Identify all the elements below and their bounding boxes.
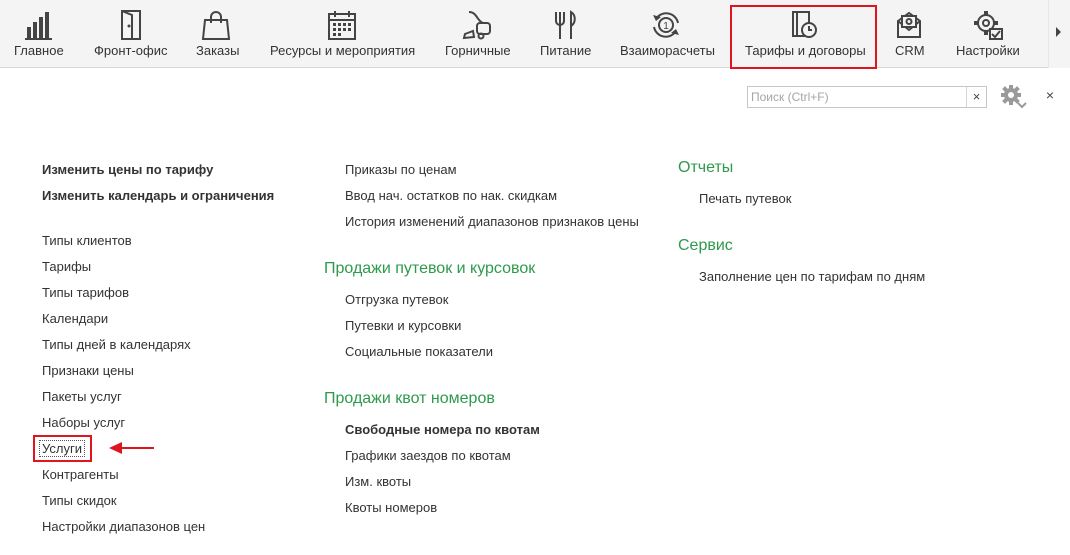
nav-item-settings[interactable]: Настройки xyxy=(944,0,1030,68)
menu-link-print-vouchers[interactable]: Печать путевок xyxy=(699,191,791,207)
nav-label: Главное xyxy=(14,43,64,58)
menu-link-voucher-shipment[interactable]: Отгрузка путевок xyxy=(345,292,448,308)
menu-link-room-quotas[interactable]: Квоты номеров xyxy=(345,500,437,516)
cycle-arrows-icon: 1 xyxy=(650,9,682,41)
sections-panel: Главное Фронт-офис Заказы Ресурсы и меро… xyxy=(0,0,1070,68)
menu-link-price-range-history[interactable]: История изменений диапазонов признаков ц… xyxy=(345,214,639,230)
nav-item-orders[interactable]: Заказы xyxy=(182,0,254,68)
menu-link-quota-change[interactable]: Изм. квоты xyxy=(345,474,411,490)
menu-link-tariff-types[interactable]: Типы тарифов xyxy=(42,285,129,301)
nav-label: CRM xyxy=(895,43,925,58)
menu-link-price-orders[interactable]: Приказы по ценам xyxy=(345,162,457,178)
group-title-reports: Отчеты xyxy=(678,159,734,176)
group-title-quota-sales: Продажи квот номеров xyxy=(324,390,495,407)
menu-link-fill-prices-by-day[interactable]: Заполнение цен по тарифам по дням xyxy=(699,269,925,285)
nav-item-resources[interactable]: Ресурсы и мероприятия xyxy=(256,0,430,68)
group-title-service: Сервис xyxy=(678,237,733,254)
vacuum-cleaner-icon xyxy=(461,9,493,41)
annotation-arrow xyxy=(109,442,154,454)
menu-link-discount-types[interactable]: Типы скидок xyxy=(42,493,117,509)
menu-link-price-attributes[interactable]: Признаки цены xyxy=(42,363,134,379)
svg-text:1: 1 xyxy=(663,21,669,32)
door-icon xyxy=(115,9,147,41)
menu-link-social-indicators[interactable]: Социальные показатели xyxy=(345,344,493,360)
nav-item-settlements[interactable]: 1 Взаиморасчеты xyxy=(606,0,730,68)
menu-link-calendar-day-types[interactable]: Типы дней в календарях xyxy=(42,337,191,353)
nav-item-crm[interactable]: CRM xyxy=(878,0,942,68)
nav-label: Фронт-офис xyxy=(94,43,168,58)
search-input[interactable] xyxy=(748,87,966,107)
nav-item-food[interactable]: Питание xyxy=(526,0,606,68)
calendar-icon xyxy=(326,9,358,41)
menu-link-initial-discount-balances[interactable]: Ввод нач. остатков по нак. скидкам xyxy=(345,188,557,204)
menu-link-free-rooms-by-quota[interactable]: Свободные номера по квотам xyxy=(345,422,540,438)
nav-scroll-right-button[interactable] xyxy=(1048,0,1070,68)
nav-label: Ресурсы и мероприятия xyxy=(270,43,416,58)
close-panel-button[interactable]: × xyxy=(1042,86,1058,104)
gear-check-icon xyxy=(972,9,1004,41)
search-clear-button[interactable]: × xyxy=(966,87,986,107)
panel-settings-gear-icon[interactable] xyxy=(999,84,1027,110)
change-tariff-prices-link[interactable]: Изменить цены по тарифу xyxy=(42,162,213,178)
nav-label: Тарифы и договоры xyxy=(745,43,866,58)
search-box: × xyxy=(747,86,987,108)
nav-item-tariffs[interactable]: Тарифы и договоры xyxy=(732,0,875,68)
menu-link-arrival-schedules[interactable]: Графики заездов по квотам xyxy=(345,448,511,464)
nav-label: Заказы xyxy=(196,43,240,58)
menu-link-counterparties[interactable]: Контрагенты xyxy=(42,467,119,483)
bar-chart-icon xyxy=(23,9,55,41)
change-calendar-link[interactable]: Изменить календарь и ограничения xyxy=(42,188,274,204)
document-clock-icon xyxy=(787,9,819,41)
group-title-voucher-sales: Продажи путевок и курсовок xyxy=(324,260,536,277)
nav-label: Взаиморасчеты xyxy=(620,43,715,58)
email-at-icon xyxy=(893,9,925,41)
nav-label: Питание xyxy=(540,43,592,58)
nav-label: Настройки xyxy=(956,43,1020,58)
menu-link-price-range-settings[interactable]: Настройки диапазонов цен xyxy=(42,519,205,535)
menu-link-service-packages[interactable]: Пакеты услуг xyxy=(42,389,122,405)
nav-item-front-office[interactable]: Фронт-офис xyxy=(80,0,180,68)
shopping-bag-icon xyxy=(200,9,232,41)
menu-link-vouchers[interactable]: Путевки и курсовки xyxy=(345,318,461,334)
nav-item-maids[interactable]: Горничные xyxy=(432,0,522,68)
menu-link-client-types[interactable]: Типы клиентов xyxy=(42,233,132,249)
nav-label: Горничные xyxy=(445,43,511,58)
menu-link-service-sets[interactable]: Наборы услуг xyxy=(42,415,125,431)
nav-item-main[interactable]: Главное xyxy=(0,0,78,68)
menu-link-calendars[interactable]: Календари xyxy=(42,311,108,327)
fork-knife-icon xyxy=(548,9,580,41)
menu-link-services[interactable]: Услуги xyxy=(42,441,82,457)
menu-link-tariffs[interactable]: Тарифы xyxy=(42,259,91,275)
